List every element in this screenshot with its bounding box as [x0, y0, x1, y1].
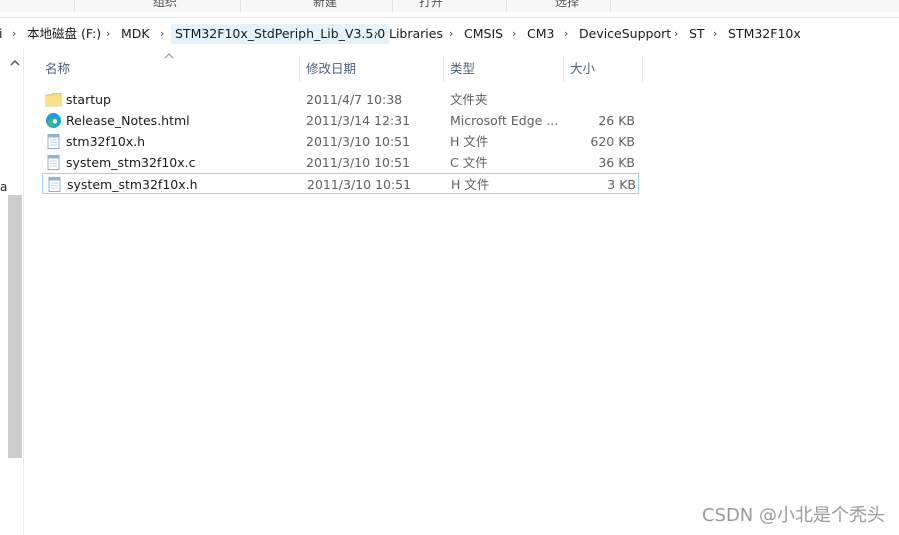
breadcrumb-fragment: i	[0, 26, 3, 41]
address-bar[interactable]: i › 本地磁盘 (F:) › MDK › STM32F10x_StdPerip…	[0, 17, 899, 48]
file-name: stm32f10x.h	[66, 134, 146, 149]
ribbon-divider	[74, 0, 75, 12]
file-icon	[47, 134, 60, 149]
ribbon-group-open: 打开	[418, 0, 443, 9]
ribbon-group-organize: 组织	[152, 0, 177, 9]
ribbon-divider	[610, 0, 611, 12]
file-name: system_stm32f10x.c	[66, 155, 196, 170]
navigation-pane[interactable]: a	[0, 48, 24, 535]
file-name: Release_Notes.html	[66, 113, 190, 128]
column-header-name[interactable]: 名称	[39, 56, 299, 82]
file-size: 36 KB	[598, 155, 635, 170]
breadcrumb-stm32f10x[interactable]: STM32F10x	[728, 24, 801, 44]
file-icon	[48, 177, 61, 192]
chevron-right-icon[interactable]: ›	[713, 24, 717, 44]
file-date: 2011/3/10 10:51	[306, 134, 411, 149]
breadcrumb-libraries[interactable]: Libraries	[389, 24, 443, 44]
ribbon-divider	[240, 0, 241, 12]
breadcrumb-cm3[interactable]: CM3	[527, 24, 554, 44]
ribbon-group-labels: 组织 新建 打开 选择	[0, 0, 899, 12]
column-header-size[interactable]: 大小	[564, 56, 642, 82]
file-size: 26 KB	[598, 113, 635, 128]
breadcrumb-devicesupport[interactable]: DeviceSupport	[579, 24, 671, 44]
ribbon-group-select: 选择	[554, 0, 579, 9]
chevron-right-icon[interactable]: ›	[674, 24, 678, 44]
file-size: 620 KB	[590, 134, 635, 149]
breadcrumb-st[interactable]: ST	[689, 24, 705, 44]
folder-icon	[45, 93, 62, 107]
scroll-up-arrow-icon[interactable]	[8, 56, 22, 70]
breadcrumb-cmsis[interactable]: CMSIS	[464, 24, 503, 44]
file-date: 2011/3/10 10:51	[306, 155, 411, 170]
chevron-right-icon[interactable]: ›	[12, 24, 16, 44]
file-date: 2011/3/14 12:31	[306, 113, 411, 128]
column-divider[interactable]	[642, 56, 643, 82]
edge-icon	[46, 113, 61, 128]
chevron-right-icon[interactable]: ›	[106, 24, 110, 44]
nav-item-fragment[interactable]: a	[0, 180, 7, 194]
ribbon-divider	[506, 0, 507, 12]
file-type: C 文件	[450, 155, 488, 170]
file-type: Microsoft Edge ...	[450, 113, 559, 128]
ribbon-group-new: 新建	[312, 0, 337, 9]
scrollbar-thumb[interactable]	[8, 195, 22, 458]
breadcrumb-local-disk[interactable]: 本地磁盘 (F:)	[27, 24, 101, 44]
chevron-right-icon[interactable]: ›	[374, 24, 378, 44]
file-size: 3 KB	[607, 177, 636, 192]
column-header-type[interactable]: 类型	[444, 56, 563, 82]
file-row-release-notes[interactable]: Release_Notes.html 2011/3/14 12:31 Micro…	[42, 110, 639, 131]
file-type: 文件夹	[450, 92, 488, 107]
file-row-startup[interactable]: startup 2011/4/7 10:38 文件夹	[42, 89, 639, 110]
chevron-right-icon[interactable]: ›	[449, 24, 453, 44]
chevron-right-icon[interactable]: ›	[564, 24, 568, 44]
file-row-system-stm32f10x-c[interactable]: system_stm32f10x.c 2011/3/10 10:51 C 文件 …	[42, 152, 639, 173]
ribbon-divider	[392, 0, 393, 12]
file-icon	[47, 155, 60, 170]
file-date: 2011/3/10 10:51	[307, 177, 412, 192]
file-date: 2011/4/7 10:38	[306, 92, 403, 107]
chevron-right-icon[interactable]: ›	[512, 24, 516, 44]
breadcrumb-stdperiph-lib[interactable]: STM32F10x_StdPeriph_Lib_V3.5.0	[171, 24, 390, 44]
chevron-right-icon[interactable]: ›	[160, 24, 164, 44]
file-name: startup	[66, 92, 111, 107]
watermark-text: CSDN @小北是个秃头	[701, 505, 885, 526]
column-header-date[interactable]: 修改日期	[300, 56, 443, 82]
file-type: H 文件	[450, 134, 489, 149]
file-row-stm32f10x-h[interactable]: stm32f10x.h 2011/3/10 10:51 H 文件 620 KB	[42, 131, 639, 152]
file-name: system_stm32f10x.h	[67, 177, 198, 192]
file-row-system-stm32f10x-h[interactable]: system_stm32f10x.h 2011/3/10 10:51 H 文件 …	[42, 173, 639, 194]
file-type: H 文件	[451, 177, 490, 192]
breadcrumb-mdk[interactable]: MDK	[121, 24, 150, 44]
